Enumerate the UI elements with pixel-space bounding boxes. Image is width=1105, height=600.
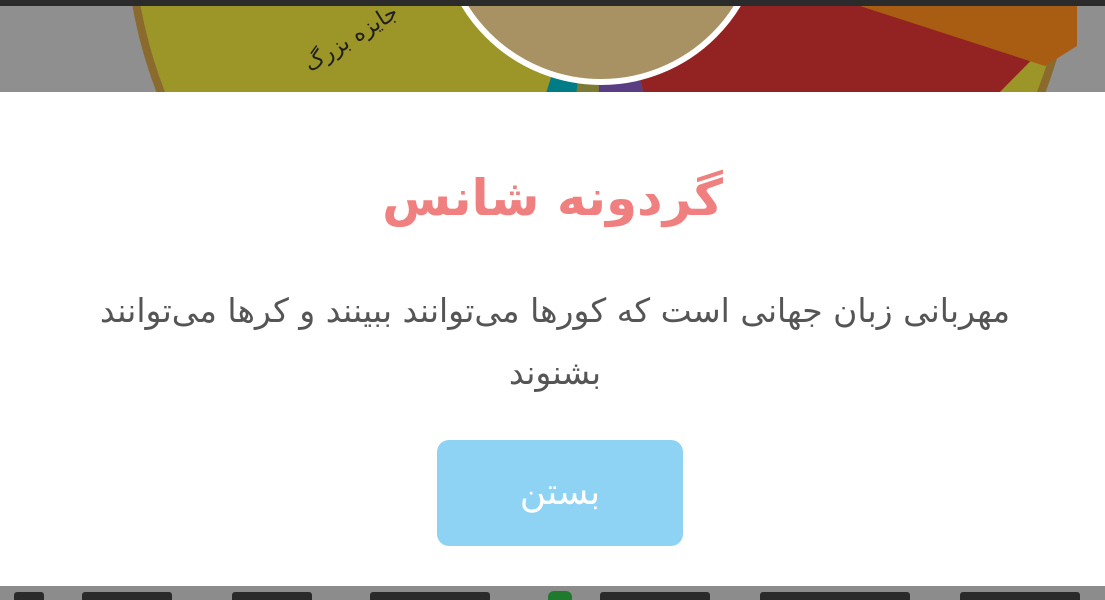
screen: جایزه بزرگ گردونه شانس مهربانی زبان جهان… [0,0,1105,600]
dialog-message: مهربانی زبان جهانی است که کورها می‌توانن… [99,291,1011,392]
close-button[interactable]: بستن [437,440,683,546]
cutoff-text-fragment [760,592,910,600]
lucky-wheel-dialog: گردونه شانس مهربانی زبان جهانی است که کو… [0,92,1105,586]
cutoff-text-fragment [232,592,312,600]
dimmed-background[interactable]: جایزه بزرگ [0,6,1105,92]
cutoff-text-fragment [960,592,1080,600]
dialog-title: گردونه شانس [382,169,723,227]
gift-icon [548,591,572,600]
prize-wheel-graphic: جایزه بزرگ [132,6,1077,92]
cutoff-text-fragment [82,592,172,600]
dimmed-bottom-area [0,586,1105,600]
cutoff-text-fragment [370,592,490,600]
prize-wheel: جایزه بزرگ [125,6,1077,92]
cutoff-text-fragment [600,592,710,600]
cutoff-text-fragment [14,592,44,600]
